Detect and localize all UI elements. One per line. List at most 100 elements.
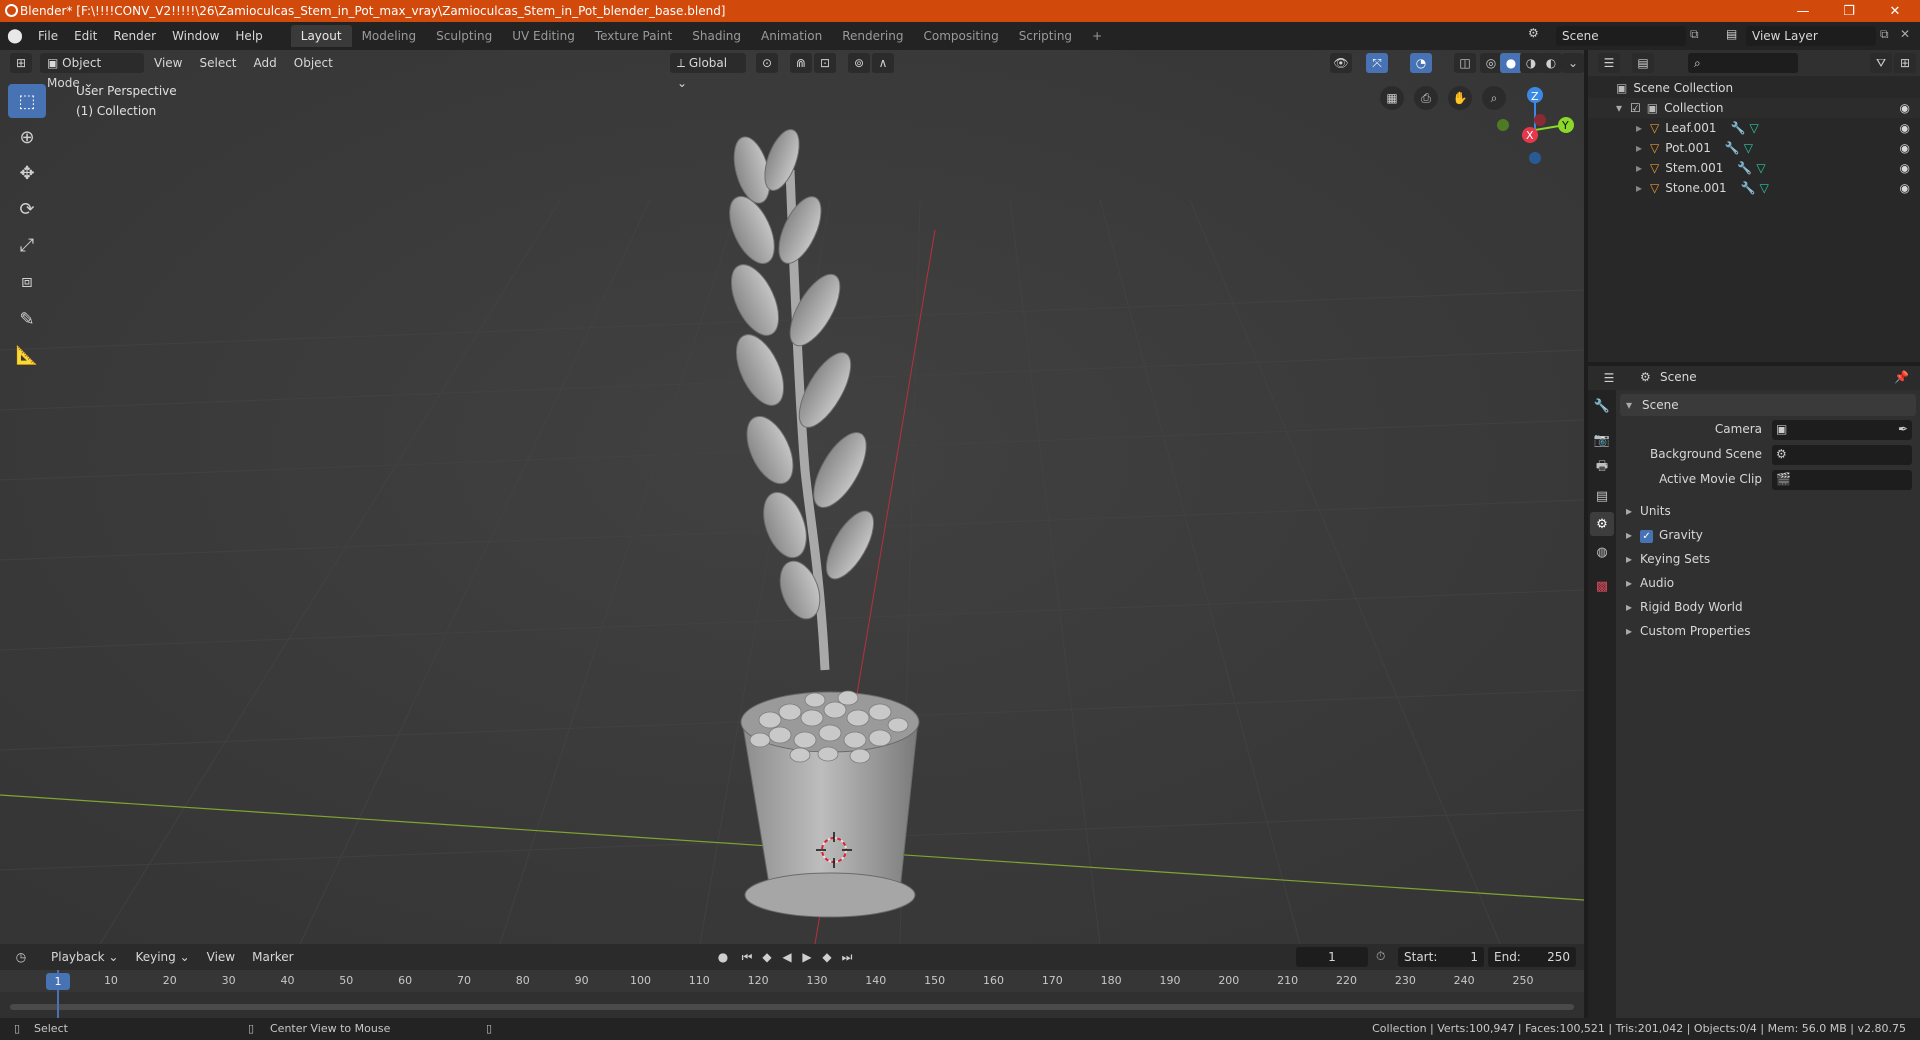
section-rigid-body-world[interactable]: ▸ Rigid Body World xyxy=(1626,600,1743,614)
modifier-icon[interactable]: 🔧 xyxy=(1741,181,1756,195)
eye-icon[interactable]: ◉ xyxy=(1900,121,1910,135)
tab-rendering[interactable]: Rendering xyxy=(832,25,913,47)
rotate-tool-icon[interactable]: ⟳ xyxy=(8,192,46,226)
pivot-point-icon[interactable]: ⊙ xyxy=(756,53,778,73)
close-button[interactable]: ✕ xyxy=(1872,0,1918,22)
view-layer-selector[interactable]: View Layer xyxy=(1746,26,1876,46)
expand-arrow-icon[interactable]: ▸ xyxy=(1636,161,1642,175)
shading-options-icon[interactable]: ⌄ xyxy=(1562,53,1584,73)
modifier-icon[interactable]: 🔧 xyxy=(1737,161,1752,175)
section-keying-sets[interactable]: ▸ Keying Sets xyxy=(1626,552,1710,566)
mesh-data-icon[interactable]: ▽ xyxy=(1756,161,1765,175)
tab-shading[interactable]: Shading xyxy=(682,25,751,47)
3d-viewport[interactable]: Z Y X User Perspective (1) Collection ▦ … xyxy=(0,50,1584,944)
timeline-editor-icon[interactable]: ◷ xyxy=(10,947,32,967)
eye-icon[interactable]: ◉ xyxy=(1900,181,1910,195)
timeline-ruler[interactable]: 10 20 30 40 50 60 70 80 90 100 110 120 130 140 150 160 1… xyxy=(0,970,1584,992)
new-scene-icon[interactable]: ⧉ xyxy=(1690,27,1699,42)
scale-tool-icon[interactable]: ⤢ xyxy=(8,228,46,262)
filter-icon[interactable]: ⛛ xyxy=(1870,53,1892,73)
properties-editor-icon[interactable]: ☰ xyxy=(1598,368,1620,388)
vertical-divider[interactable] xyxy=(1584,50,1588,1018)
rendered-shading-icon[interactable]: ◐ xyxy=(1540,53,1562,73)
visibility-icon[interactable]: 👁 xyxy=(1330,53,1352,73)
menu-edit[interactable]: Edit xyxy=(66,25,105,47)
scene-selector[interactable]: Scene xyxy=(1556,26,1686,46)
outliner-scene-collection[interactable]: ▣ Scene Collection xyxy=(1588,78,1920,98)
outliner-item-pot[interactable]: ▸ ▽ Pot.001 🔧 ▽ ◉ xyxy=(1588,138,1920,158)
mesh-data-icon[interactable]: ▽ xyxy=(1744,141,1753,155)
wireframe-shading-icon[interactable]: ◎ xyxy=(1480,53,1502,73)
modifier-icon[interactable]: 🔧 xyxy=(1725,141,1740,155)
minimize-button[interactable]: — xyxy=(1780,0,1826,22)
xray-icon[interactable]: ◫ xyxy=(1454,53,1476,73)
mode-selector[interactable]: ▣ Object Mode ⌄ xyxy=(40,53,144,90)
tool-tab-icon[interactable]: 🔧 xyxy=(1590,394,1614,418)
solid-shading-icon[interactable]: ● xyxy=(1500,53,1522,73)
expand-arrow-icon[interactable]: ▸ xyxy=(1636,181,1642,195)
remove-view-layer-icon[interactable]: ✕ xyxy=(1900,27,1910,41)
pin-icon[interactable]: 📌 xyxy=(1894,370,1909,384)
tab-layout[interactable]: Layout xyxy=(290,25,352,47)
horizontal-divider[interactable] xyxy=(1588,362,1920,366)
section-audio[interactable]: ▸ Audio xyxy=(1626,576,1674,590)
camera-field[interactable]: ▣ ✒ xyxy=(1772,420,1912,440)
tab-modeling[interactable]: Modeling xyxy=(352,25,427,47)
modifier-icon[interactable]: 🔧 xyxy=(1731,121,1746,135)
jump-start-icon[interactable]: ⏮ xyxy=(736,947,758,967)
scene-panel-header[interactable]: ▾ Scene xyxy=(1620,394,1916,416)
new-collection-icon[interactable]: ⊞ xyxy=(1894,53,1916,73)
move-tool-icon[interactable]: ✥ xyxy=(8,156,46,190)
render-tab-icon[interactable]: 📷 xyxy=(1590,428,1614,452)
background-scene-field[interactable]: ⚙ xyxy=(1772,445,1912,465)
menu-help[interactable]: Help xyxy=(227,25,270,47)
tab-scripting[interactable]: Scripting xyxy=(1009,25,1082,47)
tab-sculpting[interactable]: Sculpting xyxy=(426,25,502,47)
end-frame-field[interactable]: End: 250 xyxy=(1488,947,1576,967)
menu-window[interactable]: Window xyxy=(164,25,227,47)
output-tab-icon[interactable]: 🖶 xyxy=(1590,456,1614,480)
cursor-tool-icon[interactable]: ⊕ xyxy=(8,120,46,154)
transform-tool-icon[interactable]: ⧈ xyxy=(8,264,46,298)
editor-type-icon[interactable]: ⊞ xyxy=(10,53,32,73)
next-keyframe-icon[interactable]: ◆ xyxy=(816,947,838,967)
annotate-tool-icon[interactable]: ✎ xyxy=(8,302,46,336)
falloff-icon[interactable]: ∧ xyxy=(872,53,894,73)
timeline-scrollbar[interactable] xyxy=(10,1004,1574,1010)
mesh-data-icon[interactable]: ▽ xyxy=(1760,181,1769,195)
pan-hand-icon[interactable]: ✋ xyxy=(1448,86,1472,110)
record-button[interactable]: ● xyxy=(712,947,734,967)
expand-arrow-icon[interactable]: ▸ xyxy=(1636,121,1642,135)
menu-timeline-view[interactable]: View xyxy=(200,947,242,967)
menu-view[interactable]: View xyxy=(147,53,189,73)
outliner-search-input[interactable]: ⌕ xyxy=(1688,53,1798,73)
timeline-track-area[interactable] xyxy=(0,992,1584,1018)
expand-arrow-icon[interactable]: ▸ xyxy=(1636,141,1642,155)
expand-arrow-icon[interactable]: ▾ xyxy=(1616,101,1622,115)
section-gravity[interactable]: ▸ ✓ Gravity xyxy=(1626,528,1703,543)
menu-keying[interactable]: Keying ⌄ xyxy=(128,947,196,967)
prev-keyframe-icon[interactable]: ◆ xyxy=(756,947,778,967)
display-mode-icon[interactable]: ▤ xyxy=(1632,53,1654,73)
outliner-item-stem[interactable]: ▸ ▽ Stem.001 🔧 ▽ ◉ xyxy=(1588,158,1920,178)
proportional-edit-icon[interactable]: ⊚ xyxy=(848,53,870,73)
add-workspace-button[interactable]: + xyxy=(1082,25,1112,47)
overlays-icon[interactable]: ◔ xyxy=(1410,53,1432,73)
zoom-icon[interactable]: ⌕ xyxy=(1482,86,1506,110)
menu-marker[interactable]: Marker xyxy=(245,947,300,967)
gizmo-toggle-icon[interactable]: ⤧ xyxy=(1366,53,1388,73)
menu-object[interactable]: Object xyxy=(287,53,340,73)
eye-icon[interactable]: ◉ xyxy=(1900,141,1910,155)
play-reverse-icon[interactable]: ◀ xyxy=(776,947,798,967)
new-view-layer-icon[interactable]: ⧉ xyxy=(1880,27,1889,42)
snap-target-icon[interactable]: ⊡ xyxy=(814,53,836,73)
menu-add[interactable]: Add xyxy=(247,53,284,73)
eye-icon[interactable]: ◉ xyxy=(1900,161,1910,175)
menu-playback[interactable]: Playback ⌄ xyxy=(44,947,125,967)
outliner-editor-icon[interactable]: ☰ xyxy=(1598,53,1620,73)
jump-end-icon[interactable]: ⏭ xyxy=(836,947,858,967)
toggle-perspective-icon[interactable]: ▦ xyxy=(1380,86,1404,110)
snap-icon[interactable]: ⋒ xyxy=(790,53,812,73)
playhead-marker[interactable]: 1 xyxy=(46,973,70,990)
blender-menu-icon[interactable]: ⬤ xyxy=(0,28,30,44)
